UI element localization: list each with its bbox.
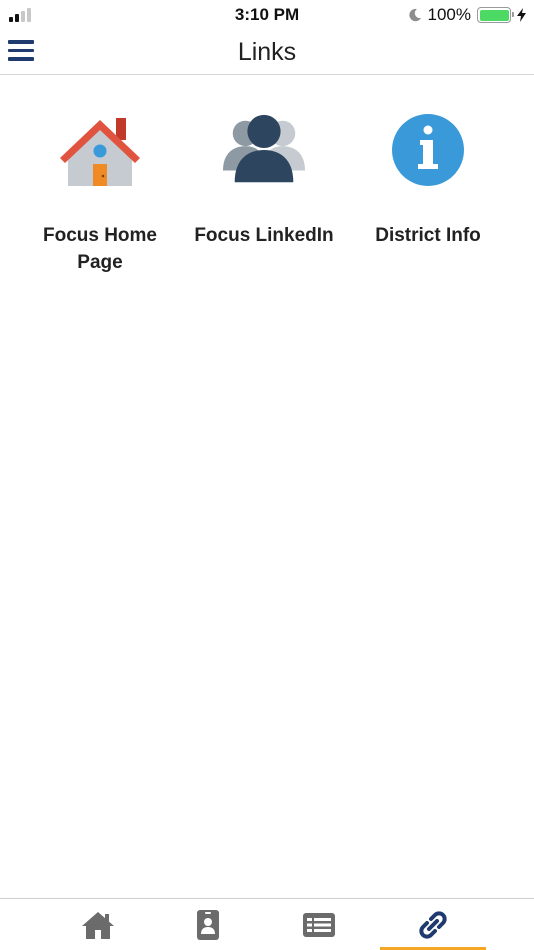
house-icon (58, 110, 142, 190)
tab-news[interactable] (264, 899, 374, 950)
tab-bar (0, 898, 534, 950)
page-title: Links (237, 38, 297, 66)
link-district-info[interactable]: District Info (346, 110, 510, 276)
links-grid: Focus Home Page Focus LinkedIn District … (18, 110, 518, 276)
moon-icon (408, 8, 421, 22)
link-label: District Info (375, 225, 481, 246)
charging-bolt-icon (517, 8, 526, 22)
tab-links[interactable] (380, 899, 486, 950)
link-focus-home-page[interactable]: Focus Home Page (18, 110, 182, 276)
status-right: 100% (408, 4, 526, 26)
home-icon (82, 912, 114, 939)
news-list-icon (303, 913, 335, 937)
contact-card-icon (197, 910, 219, 940)
tab-contact[interactable] (153, 899, 263, 950)
info-icon (386, 110, 470, 190)
battery-icon (477, 7, 514, 23)
people-icon (222, 110, 306, 190)
link-focus-linkedin[interactable]: Focus LinkedIn (182, 110, 346, 276)
status-bar: 3:10 PM 100% (0, 0, 534, 30)
tab-home[interactable] (43, 899, 153, 950)
link-label: Focus Home Page (42, 225, 158, 273)
nav-bar: Links (0, 30, 534, 75)
link-icon (419, 911, 447, 939)
battery-percent: 100% (427, 5, 471, 24)
link-label: Focus LinkedIn (194, 225, 334, 246)
